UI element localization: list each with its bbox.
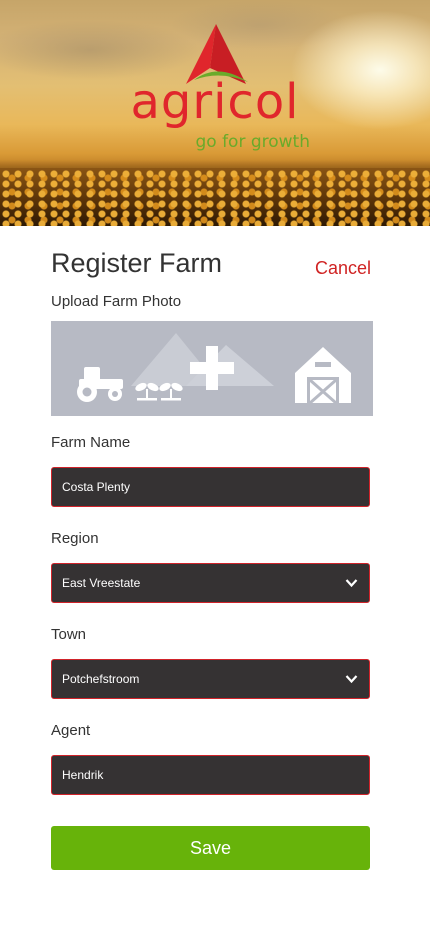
header-banner: agricol go for growth xyxy=(0,0,430,226)
agent-label: Agent xyxy=(51,722,91,739)
upload-photo-label: Upload Farm Photo xyxy=(51,293,182,310)
cancel-button[interactable]: Cancel xyxy=(315,256,371,280)
town-label: Town xyxy=(51,626,87,643)
logo-wordmark: agricol xyxy=(130,74,300,130)
chevron-down-icon xyxy=(345,675,358,684)
agent-input[interactable]: Hendrik xyxy=(51,755,370,795)
page-title: Register Farm xyxy=(51,248,223,278)
agricol-logo: agricol go for growth xyxy=(110,22,320,162)
town-select[interactable]: Potchefstroom xyxy=(51,659,370,699)
region-value: East Vreestate xyxy=(62,576,141,590)
sunflower-field xyxy=(0,168,430,226)
farm-placeholder-graphic xyxy=(77,333,351,405)
tractor-icon xyxy=(77,367,123,402)
upload-photo-area[interactable] xyxy=(51,321,373,416)
save-button[interactable]: Save xyxy=(51,826,370,870)
farm-name-label: Farm Name xyxy=(51,434,131,451)
logo-tagline: go for growth xyxy=(195,132,310,152)
chevron-down-icon xyxy=(345,579,358,588)
region-select[interactable]: East Vreestate xyxy=(51,563,370,603)
town-value: Potchefstroom xyxy=(62,672,140,686)
barn-icon xyxy=(295,347,351,405)
farm-name-input[interactable]: Costa Plenty xyxy=(51,467,370,507)
region-label: Region xyxy=(51,530,99,547)
agent-value: Hendrik xyxy=(62,768,104,782)
farm-name-value: Costa Plenty xyxy=(62,480,131,494)
